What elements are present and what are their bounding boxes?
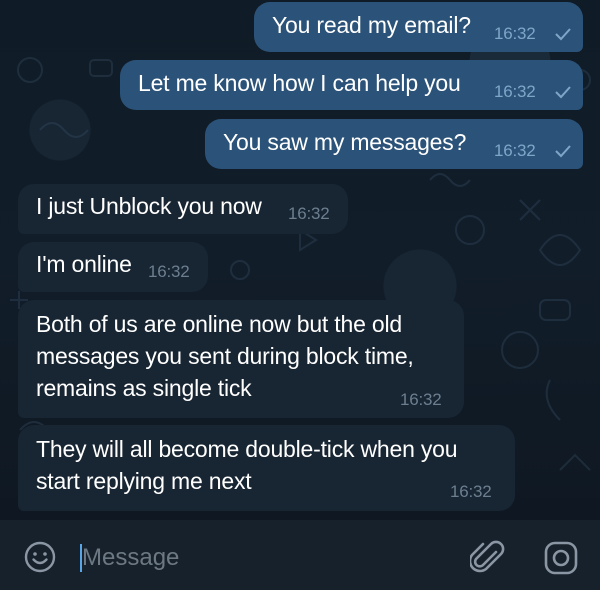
chat-area: You read my email? 16:32 Let me know how… <box>0 0 600 520</box>
check-icon <box>555 86 571 99</box>
camera-icon[interactable] <box>543 540 579 576</box>
message-line: They will all become double-tick when yo… <box>36 436 458 462</box>
incoming-message[interactable]: They will all become double-tick when yo… <box>18 425 515 511</box>
message-line: remains as single tick <box>36 375 252 401</box>
message-time: 16:32 <box>288 204 330 223</box>
message-line: messages you sent during block time, <box>36 343 414 369</box>
check-icon <box>555 28 571 41</box>
message-text: Let me know how I can help you <box>138 70 461 96</box>
message-text: You saw my messages? <box>223 129 467 155</box>
check-icon <box>555 145 571 158</box>
message-time: 16:32 <box>400 390 442 409</box>
paperclip-icon[interactable] <box>470 538 506 578</box>
message-line: start replying me next <box>36 468 252 494</box>
outgoing-message[interactable]: You saw my messages? 16:32 <box>205 119 583 169</box>
message-text: I just Unblock you now <box>36 193 262 219</box>
message-time: 16:32 <box>148 262 190 281</box>
message-input[interactable] <box>82 540 442 576</box>
outgoing-message[interactable]: Let me know how I can help you 16:32 <box>120 60 583 110</box>
message-line: Both of us are online now but the old <box>36 311 402 337</box>
outgoing-message[interactable]: You read my email? 16:32 <box>254 2 583 52</box>
incoming-message[interactable]: Both of us are online now but the old me… <box>18 300 464 418</box>
message-text: I'm online <box>36 251 132 277</box>
message-composer <box>0 520 600 590</box>
message-time: 16:32 <box>494 82 536 101</box>
incoming-message[interactable]: I'm online 16:32 <box>18 242 208 292</box>
message-text: You read my email? <box>272 12 471 38</box>
emoji-icon[interactable] <box>23 540 57 574</box>
message-time: 16:32 <box>494 24 536 43</box>
message-time: 16:32 <box>450 482 492 501</box>
message-time: 16:32 <box>494 141 536 160</box>
incoming-message[interactable]: I just Unblock you now 16:32 <box>18 184 348 234</box>
